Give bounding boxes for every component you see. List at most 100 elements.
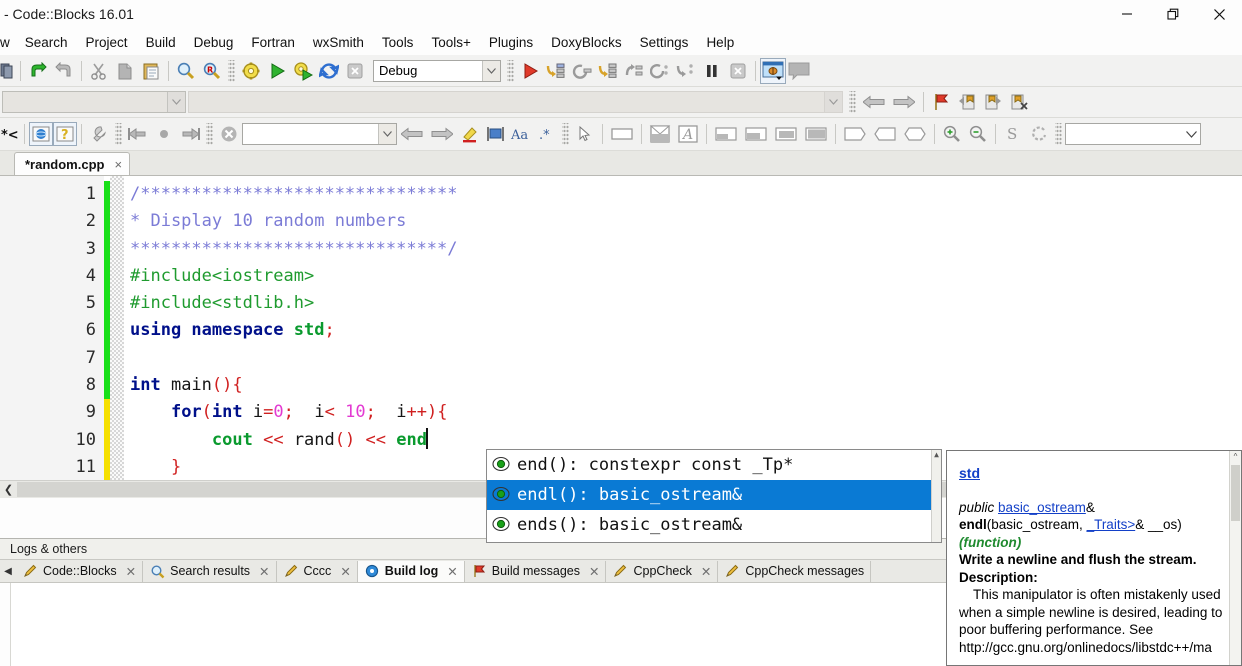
scroll-up-icon[interactable]: ^ — [1230, 451, 1241, 463]
fortran-scope-combo[interactable] — [2, 91, 186, 113]
goto-last-icon[interactable] — [177, 121, 203, 147]
debug-next-instruction-icon[interactable] — [647, 58, 673, 84]
fold-cell[interactable] — [110, 181, 124, 208]
incremental-search-input[interactable] — [242, 123, 397, 145]
log-tab[interactable]: Build messages ✕ — [464, 560, 607, 582]
chevron-down-icon[interactable] — [1183, 124, 1200, 144]
expand-right-icon[interactable] — [840, 121, 870, 147]
debugging-windows-icon[interactable] — [760, 57, 786, 84]
build-and-run-icon[interactable] — [290, 58, 316, 84]
incsearch-toolbar-grip[interactable] — [206, 123, 213, 145]
code-line[interactable]: /******************************* — [130, 181, 1242, 208]
expand-both-icon[interactable] — [900, 121, 930, 147]
log-tab[interactable]: CppCheck messages — [718, 560, 872, 582]
menu-fortran[interactable]: Fortran — [242, 32, 304, 53]
doxyblocks-help-icon[interactable] — [29, 122, 53, 146]
snap-icon[interactable]: S — [1000, 121, 1026, 147]
goto-toolbar-grip[interactable] — [115, 123, 122, 145]
autocomplete-item[interactable]: end(): constexpr const _Tp* — [487, 450, 941, 480]
code-line[interactable]: #include<iostream> — [130, 263, 1242, 290]
new-file-icon[interactable] — [0, 58, 16, 84]
redo-icon[interactable] — [51, 58, 77, 84]
chevron-down-icon[interactable] — [167, 92, 185, 112]
expand-left-icon[interactable] — [870, 121, 900, 147]
align-left-icon[interactable] — [741, 121, 771, 147]
wrench-icon[interactable] — [86, 121, 112, 147]
close-button[interactable] — [1196, 0, 1242, 28]
goto-here-icon[interactable] — [151, 121, 177, 147]
scroll-left-icon[interactable]: ❮ — [0, 482, 17, 497]
autocomplete-popup[interactable]: ▲ end(): constexpr const _Tp* endl(): bas… — [486, 449, 942, 543]
chevron-down-icon[interactable] — [482, 60, 500, 81]
build-icon[interactable] — [238, 58, 264, 84]
code-line[interactable]: for(int i=0; i< 10; i++){ — [130, 399, 1242, 426]
menu-plugins[interactable]: Plugins — [480, 32, 542, 53]
search-next-icon[interactable] — [427, 121, 457, 147]
select-icon[interactable] — [483, 121, 509, 147]
log-tab[interactable]: Cccc ✕ — [276, 560, 358, 582]
debug-run-to-cursor-icon[interactable] — [543, 58, 569, 84]
debug-toolbar-grip[interactable] — [507, 59, 514, 82]
code-line[interactable]: using namespace std; — [130, 317, 1242, 344]
close-icon[interactable]: ✕ — [340, 564, 350, 579]
editor-tab-random-cpp[interactable]: *random.cpp × — [14, 152, 131, 175]
doc-url[interactable]: http://gcc.gnu.org/onlinedocs/libstdc++/… — [959, 639, 1231, 657]
fold-cell[interactable] — [110, 208, 124, 235]
align-top-icon[interactable] — [711, 121, 741, 147]
log-tab[interactable]: Code::Blocks ✕ — [16, 560, 144, 582]
code-line[interactable]: *******************************/ — [130, 236, 1242, 263]
menu-project[interactable]: Project — [77, 32, 137, 53]
align-center-icon[interactable] — [771, 121, 801, 147]
abort-icon[interactable] — [342, 58, 368, 84]
menu-help[interactable]: Help — [697, 32, 743, 53]
search-prev-icon[interactable] — [397, 121, 427, 147]
chevron-down-icon[interactable] — [378, 124, 396, 144]
doc-scroll-thumb[interactable] — [1231, 465, 1240, 521]
pointer-icon[interactable] — [572, 121, 598, 147]
goto-first-icon[interactable] — [125, 121, 151, 147]
doxyblocks-config-icon[interactable]: ? — [53, 122, 77, 146]
match-case-icon[interactable]: Aa — [509, 121, 535, 147]
cut-icon[interactable] — [86, 58, 112, 84]
menu-tools-plus[interactable]: Tools+ — [422, 32, 479, 53]
clear-bookmarks-icon[interactable] — [1006, 89, 1032, 115]
previous-bookmark-icon[interactable] — [954, 89, 980, 115]
doxyblocks-run-icon[interactable]: *< — [0, 121, 20, 147]
fold-cell[interactable] — [110, 317, 124, 344]
code-line[interactable] — [130, 345, 1242, 372]
debug-continue-icon[interactable] — [517, 58, 543, 84]
debug-step-into-icon[interactable] — [595, 58, 621, 84]
chevron-down-icon[interactable] — [824, 92, 842, 112]
doc-return-type-link[interactable]: basic_ostream — [998, 500, 1086, 515]
copy-icon[interactable] — [112, 58, 138, 84]
undo-icon[interactable] — [25, 58, 51, 84]
doc-namespace-anchor[interactable]: std — [959, 465, 980, 481]
menu-build[interactable]: Build — [137, 32, 185, 53]
menu-view-clipped[interactable]: w — [0, 32, 16, 53]
code-line[interactable]: #include<stdlib.h> — [130, 290, 1242, 317]
debug-next-line-icon[interactable] — [569, 58, 595, 84]
text-icon[interactable]: A — [674, 121, 702, 147]
close-icon[interactable]: ✕ — [126, 564, 136, 579]
fold-cell[interactable] — [110, 454, 124, 481]
zoom-out-icon[interactable] — [965, 121, 991, 147]
wxsmith-resource-combo[interactable] — [1065, 123, 1201, 145]
debug-step-into-instruction-icon[interactable] — [673, 58, 699, 84]
minimize-button[interactable] — [1104, 0, 1150, 28]
close-icon[interactable]: × — [114, 157, 122, 172]
rebuild-icon[interactable] — [316, 58, 342, 84]
fold-cell[interactable] — [110, 399, 124, 426]
menu-search[interactable]: Search — [16, 32, 77, 53]
menu-tools[interactable]: Tools — [373, 32, 423, 53]
refresh-icon[interactable] — [1026, 121, 1052, 147]
fold-cell[interactable] — [110, 290, 124, 317]
doc-scrollbar[interactable]: ^ — [1229, 451, 1241, 665]
fold-cell[interactable] — [110, 427, 124, 454]
doc-namespace-link[interactable]: std — [959, 465, 1231, 483]
debug-break-icon[interactable] — [699, 58, 725, 84]
next-bookmark-icon[interactable] — [980, 89, 1006, 115]
paste-icon[interactable] — [138, 58, 164, 84]
log-tab[interactable]: Build log ✕ — [357, 560, 465, 582]
close-icon[interactable]: ✕ — [701, 564, 711, 579]
image-icon[interactable] — [646, 121, 674, 147]
